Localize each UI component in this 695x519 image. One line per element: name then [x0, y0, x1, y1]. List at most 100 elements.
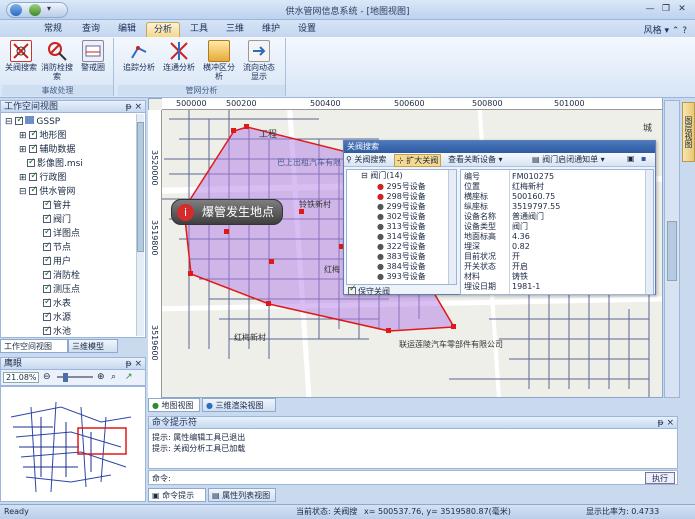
- save-icon[interactable]: ▪: [641, 154, 646, 163]
- property-grid: 编号 FM010275 位置 红梅新村 横座标 500160.75 纵座标 3519797.5…: [460, 169, 654, 295]
- overview-network-graphic: [10, 401, 132, 493]
- property-row[interactable]: 开关状态 开启: [464, 262, 528, 272]
- list-item[interactable]: ● 322号设备: [377, 242, 426, 252]
- hydrant-search-button[interactable]: 消防栓搜索: [40, 40, 74, 84]
- property-row[interactable]: 埋设日期 1981-1: [464, 282, 540, 292]
- property-value: 0.82: [512, 242, 530, 251]
- close-button[interactable]: ✕: [675, 3, 689, 16]
- property-value: 1981-1: [512, 282, 541, 291]
- tab-workspace[interactable]: 工作空间视图: [0, 339, 68, 353]
- workspace-panel: 工作空间视图ᵽ × ⊟ GSSP ⊞ 地形图 ⊞ 辅助数据 影像图.msi ⊞ …: [0, 100, 146, 353]
- ruler-tick: 3519800: [150, 220, 159, 256]
- list-item[interactable]: ● 302号设备: [377, 212, 426, 222]
- tree-node-admin[interactable]: ⊞ 行政图: [19, 170, 66, 185]
- property-value: 红梅新村: [512, 182, 544, 191]
- tab-analysis[interactable]: 分析: [146, 22, 180, 37]
- pan-icon[interactable]: ↗: [125, 372, 133, 382]
- property-row[interactable]: 埋深 0.82: [464, 242, 530, 252]
- expand-closure-tool[interactable]: ⊹ 扩大关阀: [394, 154, 442, 167]
- list-item[interactable]: ● 298号设备: [377, 192, 426, 202]
- grid-divider: [509, 170, 510, 294]
- command-panel: 命令提示符 ᵽ × 提示: 属性编辑工具已退出 提示: 关阀分析工具已加载 命令:…: [148, 416, 678, 486]
- list-item[interactable]: ● 383号设备: [377, 252, 426, 262]
- tab-query[interactable]: 查询: [76, 22, 106, 37]
- tree-node-terrain[interactable]: ⊞ 地形图: [19, 128, 66, 143]
- command-panel-title: 命令提示符 ᵽ ×: [148, 416, 678, 429]
- buffer-analysis-button[interactable]: 横冲区分析: [202, 40, 236, 84]
- command-input[interactable]: [175, 472, 643, 483]
- property-row[interactable]: 目前状况 开: [464, 252, 520, 262]
- overview-map[interactable]: [0, 386, 146, 502]
- property-key: 设备类型: [464, 222, 496, 231]
- property-row[interactable]: 纵座标 3519797.55: [464, 202, 560, 212]
- property-key: 编号: [464, 172, 480, 181]
- tab-3d-model[interactable]: 三维模型: [68, 339, 118, 353]
- ruler-tick: 500200: [226, 99, 257, 108]
- ruler-tick: 500000: [176, 99, 207, 108]
- property-row[interactable]: 材料 铸铁: [464, 272, 528, 282]
- group-network-analysis: 追踪分析 连通分析 横冲区分析 流向动态显示 管网分析: [118, 38, 286, 96]
- tab-tools[interactable]: 工具: [184, 22, 214, 37]
- valve-root[interactable]: ⊟ 阀门(14): [361, 171, 403, 181]
- property-value: 3519797.55: [512, 202, 561, 211]
- status-coordinates: x= 500537.76, y= 3519580.87(毫米): [364, 507, 511, 516]
- property-key: 目前状况: [464, 252, 496, 261]
- keep-closure-checkbox[interactable]: 保守关阀: [348, 284, 390, 297]
- title-bar: ▾ 供水管网信息系统 - [地图视图] — ❐ ✕: [0, 0, 695, 20]
- tab-command-prompt[interactable]: ▣ 命令提示符: [148, 488, 206, 513]
- connectivity-analysis-button[interactable]: 连通分析: [162, 40, 196, 84]
- search-icon[interactable]: ⌕: [111, 372, 116, 382]
- valve-search-tool[interactable]: ⚲ 关阀搜索: [346, 154, 386, 165]
- list-item[interactable]: ● 295号设备: [377, 182, 426, 192]
- tab-general[interactable]: 常规: [38, 22, 68, 37]
- map-label-4: 红梅: [324, 265, 340, 274]
- tab-settings[interactable]: 设置: [292, 22, 322, 37]
- tab-3d[interactable]: 三维: [220, 22, 250, 37]
- run-button[interactable]: 执行: [645, 472, 675, 484]
- zoom-combo[interactable]: 21.08%: [3, 372, 39, 383]
- property-scrollbar[interactable]: [645, 170, 653, 294]
- list-item[interactable]: ● 384号设备: [377, 262, 426, 272]
- zoom-toolbar: 21.08% ⊖ ⊕ ⌕ ↗: [0, 370, 146, 386]
- flow-direction-button[interactable]: 流向动态显示: [242, 40, 276, 84]
- print-icon[interactable]: ▣: [627, 154, 635, 163]
- status-scale: 显示比率为: 0.4733: [586, 507, 660, 516]
- layer-view-tab[interactable]: 图层视图: [682, 102, 695, 162]
- tree-scrollbar[interactable]: [136, 114, 144, 336]
- tab-attribute-list[interactable]: ▤ 属性列表视图: [208, 488, 276, 502]
- list-item[interactable]: ● 313号设备: [377, 222, 426, 232]
- valve-search-button[interactable]: 关阀搜索: [4, 40, 38, 84]
- tab-maintain[interactable]: 维护: [256, 22, 286, 37]
- map-scrollbar-v[interactable]: [664, 100, 680, 398]
- style-selector[interactable]: 风格 ▾ ⌃ ?: [644, 23, 687, 36]
- zoom-out-icon[interactable]: ⊖: [43, 372, 51, 382]
- list-item[interactable]: ● 393号设备: [377, 272, 426, 282]
- minimize-button[interactable]: —: [643, 3, 657, 16]
- zoom-in-icon[interactable]: ⊕: [97, 372, 105, 382]
- valve-tree-scrollbar[interactable]: [448, 170, 456, 284]
- list-item[interactable]: ● 314号设备: [377, 232, 426, 242]
- ruler-left: 3520000 3519800 3519600: [148, 110, 162, 398]
- property-key: 开关状态: [464, 262, 496, 271]
- property-row[interactable]: 设备类型 阀门: [464, 222, 528, 232]
- property-row[interactable]: 位置 红梅新村: [464, 182, 544, 192]
- alert-circle-button[interactable]: 警戒圈: [76, 40, 110, 84]
- tab-map-view[interactable]: ● 地图视图: [148, 398, 200, 412]
- command-output: 提示: 属性编辑工具已退出 提示: 关阀分析工具已加载: [148, 429, 678, 469]
- property-key: 横座标: [464, 192, 488, 201]
- zoom-slider-thumb[interactable]: [63, 373, 68, 382]
- trace-analysis-button[interactable]: 追踪分析: [122, 40, 156, 84]
- list-item[interactable]: ● 299号设备: [377, 202, 426, 212]
- workspace-title: 工作空间视图 ᵽ ×: [0, 100, 146, 113]
- property-row[interactable]: 设备名称 普通阀门: [464, 212, 544, 222]
- tree-node-pool[interactable]: 水池: [43, 324, 71, 339]
- status-state: 当前状态: 关阀搜: [296, 507, 358, 516]
- connectivity-analysis-icon: [168, 40, 190, 62]
- ribbon-tabs: 常规 查询 编辑 分析 工具 三维 维护 设置 风格 ▾ ⌃ ?: [0, 20, 695, 37]
- maximize-button[interactable]: ❐: [659, 3, 673, 16]
- property-row[interactable]: 地面标高 4.36: [464, 232, 530, 242]
- view-shutoff-devices-tool[interactable]: 查看关断设备 ▾: [448, 154, 503, 165]
- tab-3d-render-view[interactable]: ● 三维渲染视图: [202, 398, 276, 412]
- valve-notice-tool[interactable]: ▤ 阀门启闭通知单 ▾: [532, 154, 605, 165]
- tab-edit[interactable]: 编辑: [112, 22, 142, 37]
